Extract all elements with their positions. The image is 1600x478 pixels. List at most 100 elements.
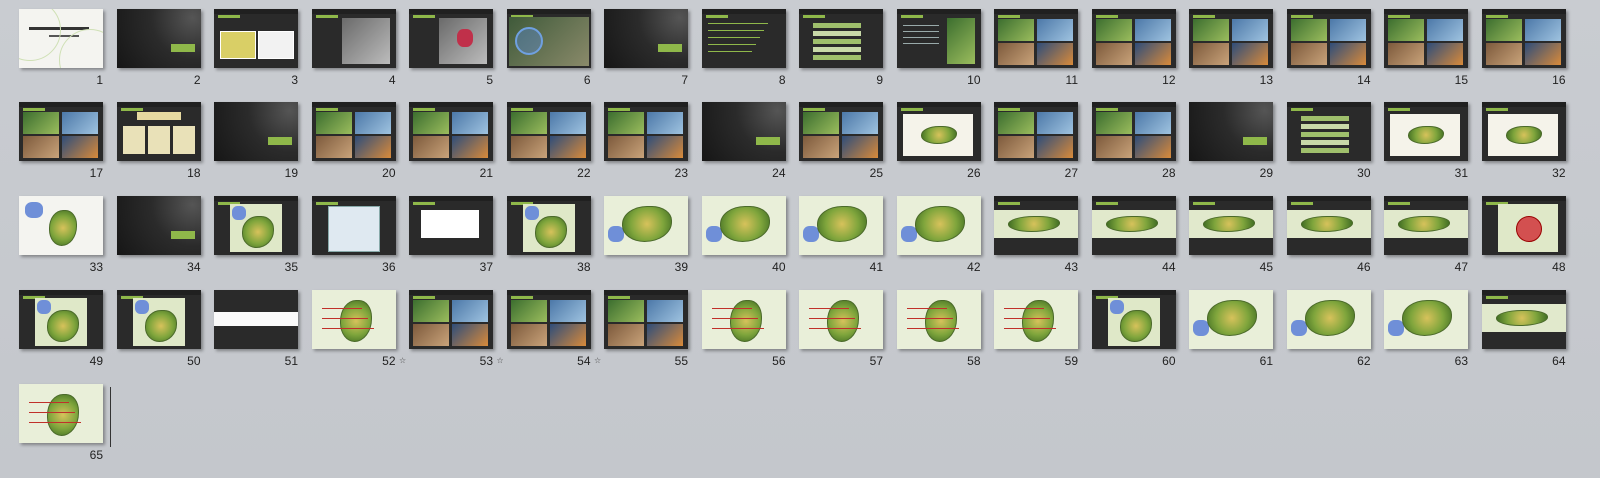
slide-thumbnail-cell[interactable]: 49 xyxy=(19,290,103,370)
slide-thumbnail-cell[interactable]: 50 xyxy=(116,290,201,370)
slide-thumbnail[interactable] xyxy=(311,9,396,68)
slide-thumbnail-cell[interactable]: 24 xyxy=(701,102,786,182)
slide-thumbnail[interactable] xyxy=(994,196,1078,255)
slide-thumbnail-cell[interactable]: 56 xyxy=(701,290,786,370)
slide-thumbnail-cell[interactable]: 45 xyxy=(1189,196,1273,276)
slide-thumbnail[interactable] xyxy=(896,196,981,255)
slide-thumbnail[interactable] xyxy=(994,290,1078,349)
slide-thumbnail[interactable] xyxy=(1091,196,1176,255)
slide-thumbnail-cell[interactable]: 42 xyxy=(896,196,981,276)
slide-thumbnail-cell[interactable]: 12 xyxy=(1091,9,1176,89)
slide-thumbnail[interactable] xyxy=(799,196,883,255)
animation-star-icon[interactable]: ☆ xyxy=(399,356,406,365)
slide-thumbnail-cell[interactable]: 26 xyxy=(896,102,981,182)
slide-thumbnail[interactable] xyxy=(604,9,688,68)
slide-thumbnail-cell[interactable]: 3 xyxy=(214,9,298,89)
slide-thumbnail[interactable] xyxy=(1481,9,1566,68)
slide-thumbnail-cell[interactable]: 40 xyxy=(701,196,786,276)
slide-thumbnail[interactable] xyxy=(19,290,103,349)
slide-thumbnail[interactable] xyxy=(701,196,786,255)
slide-thumbnail[interactable] xyxy=(19,196,103,255)
slide-thumbnail-cell[interactable]: 32 xyxy=(1481,102,1566,182)
slide-thumbnail[interactable] xyxy=(896,102,981,161)
slide-thumbnail[interactable] xyxy=(1384,9,1468,68)
slide-thumbnail[interactable] xyxy=(1286,290,1371,349)
slide-thumbnail[interactable] xyxy=(604,196,688,255)
slide-thumbnail-cell[interactable]: 48 xyxy=(1481,196,1566,276)
slide-thumbnail-cell[interactable]: 62 xyxy=(1286,290,1371,370)
slide-thumbnail[interactable] xyxy=(1384,196,1468,255)
slide-thumbnail-cell[interactable]: 41 xyxy=(799,196,883,276)
slide-thumbnail-cell[interactable]: 58 xyxy=(896,290,981,370)
slide-thumbnail-cell[interactable]: 20 xyxy=(311,102,396,182)
slide-thumbnail-cell[interactable]: 15 xyxy=(1384,9,1468,89)
slide-thumbnail-cell[interactable]: 63 xyxy=(1384,290,1468,370)
slide-thumbnail[interactable] xyxy=(506,102,591,161)
slide-thumbnail-cell[interactable]: 17 xyxy=(19,102,103,182)
slide-thumbnail[interactable] xyxy=(506,196,591,255)
slide-thumbnail-cell[interactable]: 27 xyxy=(994,102,1078,182)
slide-thumbnail[interactable] xyxy=(799,290,883,349)
slide-thumbnail-cell[interactable]: 59 xyxy=(994,290,1078,370)
slide-thumbnail[interactable] xyxy=(214,9,298,68)
slide-thumbnail-cell[interactable]: 21 xyxy=(409,102,493,182)
slide-thumbnail[interactable] xyxy=(1481,196,1566,255)
slide-thumbnail[interactable] xyxy=(116,290,201,349)
slide-thumbnail-cell[interactable]: 22 xyxy=(506,102,591,182)
slide-thumbnail-cell[interactable]: 36 xyxy=(311,196,396,276)
slide-thumbnail-cell[interactable]: 35 xyxy=(214,196,298,276)
slide-thumbnail-cell[interactable]: 29 xyxy=(1189,102,1273,182)
slide-thumbnail[interactable] xyxy=(1189,196,1273,255)
slide-thumbnail[interactable] xyxy=(701,9,786,68)
slide-thumbnail-cell[interactable]: 2 xyxy=(116,9,201,89)
slide-thumbnail[interactable] xyxy=(1091,290,1176,349)
slide-thumbnail[interactable] xyxy=(311,290,396,349)
slide-thumbnail[interactable] xyxy=(506,290,591,349)
slide-thumbnail-cell[interactable]: 38 xyxy=(506,196,591,276)
slide-thumbnail[interactable] xyxy=(896,9,981,68)
slide-thumbnail[interactable] xyxy=(1189,290,1273,349)
slide-thumbnail-cell[interactable]: 19 xyxy=(214,102,298,182)
slide-thumbnail[interactable] xyxy=(1189,9,1273,68)
slide-thumbnail-cell[interactable]: 9 xyxy=(799,9,883,89)
slide-thumbnail-cell[interactable]: 33 xyxy=(19,196,103,276)
slide-thumbnail-cell[interactable]: 4 xyxy=(311,9,396,89)
slide-thumbnail-cell[interactable]: 60 xyxy=(1091,290,1176,370)
slide-thumbnail-cell[interactable]: 43 xyxy=(994,196,1078,276)
slide-thumbnail[interactable] xyxy=(1286,9,1371,68)
slide-thumbnail[interactable] xyxy=(19,384,103,443)
slide-thumbnail-cell[interactable]: 54 ☆ xyxy=(497,290,591,370)
slide-thumbnail[interactable] xyxy=(1384,102,1468,161)
slide-thumbnail[interactable] xyxy=(799,9,883,68)
slide-thumbnail-cell[interactable]: 46 xyxy=(1286,196,1371,276)
slide-thumbnail-cell[interactable]: 37 xyxy=(409,196,493,276)
slide-thumbnail-cell[interactable]: 61 xyxy=(1189,290,1273,370)
slide-thumbnail[interactable] xyxy=(409,9,493,68)
slide-thumbnail[interactable] xyxy=(311,196,396,255)
slide-thumbnail-cell[interactable]: 34 xyxy=(116,196,201,276)
slide-thumbnail[interactable] xyxy=(1286,102,1371,161)
slide-thumbnail[interactable] xyxy=(409,102,493,161)
slide-thumbnail-cell[interactable]: 6 xyxy=(506,9,591,89)
slide-thumbnail-cell[interactable]: 65 xyxy=(19,384,103,464)
slide-thumbnail[interactable] xyxy=(409,290,493,349)
slide-thumbnail[interactable] xyxy=(799,102,883,161)
animation-star-icon[interactable]: ☆ xyxy=(497,356,504,365)
slide-thumbnail[interactable] xyxy=(1091,9,1176,68)
slide-thumbnail-cell[interactable]: 44 xyxy=(1091,196,1176,276)
slide-thumbnail[interactable] xyxy=(994,9,1078,68)
slide-thumbnail-cell[interactable]: 16 xyxy=(1481,9,1566,89)
slide-thumbnail-cell[interactable]: 8 xyxy=(701,9,786,89)
slide-thumbnail[interactable] xyxy=(896,290,981,349)
slide-thumbnail[interactable] xyxy=(1481,290,1566,349)
slide-thumbnail-cell[interactable]: 53 ☆ xyxy=(399,290,493,370)
slide-thumbnail-cell[interactable]: 14 xyxy=(1286,9,1371,89)
slide-thumbnail[interactable] xyxy=(604,290,688,349)
animation-star-icon[interactable]: ☆ xyxy=(594,356,601,365)
slide-thumbnail-cell[interactable]: 39 xyxy=(604,196,688,276)
slide-thumbnail-cell[interactable]: 52 xyxy=(311,290,396,370)
slide-thumbnail-cell[interactable]: 11 xyxy=(994,9,1078,89)
slide-thumbnail-cell[interactable]: 5 xyxy=(409,9,493,89)
slide-thumbnail[interactable] xyxy=(19,102,103,161)
slide-thumbnail[interactable] xyxy=(214,196,298,255)
